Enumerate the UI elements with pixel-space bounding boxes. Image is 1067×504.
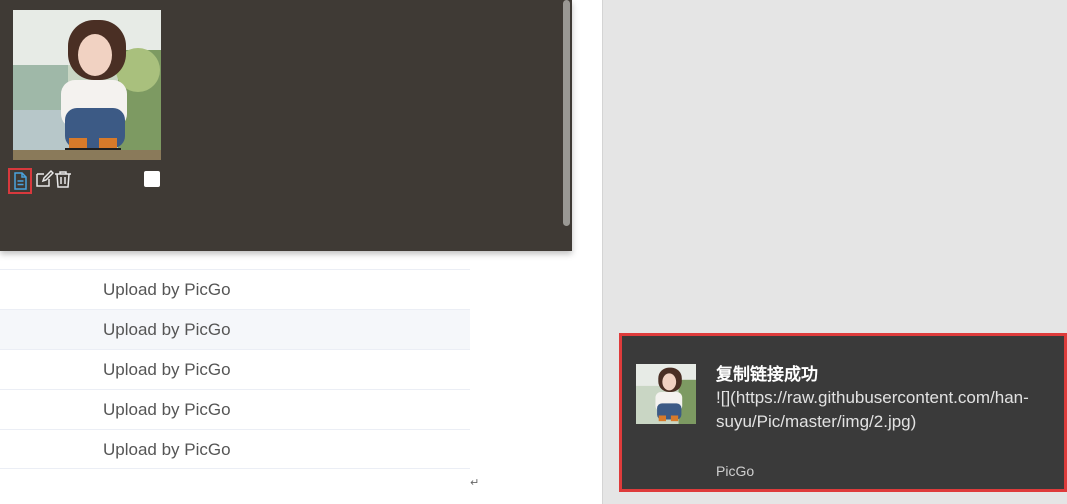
row-description: Upload by PicGo — [103, 320, 231, 339]
row-description: Upload by PicGo — [103, 360, 231, 379]
toast-notification[interactable]: 复制链接成功 ![](https://raw.githubusercontent… — [619, 333, 1067, 492]
table-row: Upload by PicGo — [0, 389, 470, 429]
delete-button[interactable] — [53, 168, 75, 194]
photo-image — [636, 364, 696, 424]
upload-table: Upload by PicGo Upload by PicGo Upload b… — [0, 269, 470, 469]
return-mark: ↵ — [470, 476, 480, 489]
row-description: Upload by PicGo — [103, 440, 231, 459]
notification-source: PicGo — [716, 463, 755, 479]
notification-body: ![](https://raw.githubusercontent.com/ha… — [716, 388, 1029, 431]
notification-title: 复制链接成功 — [716, 365, 818, 385]
table-row: Upload by PicGo — [0, 309, 470, 349]
picgo-gallery-panel — [0, 0, 572, 251]
row-description: Upload by PicGo — [103, 280, 231, 299]
trash-icon — [55, 171, 71, 188]
copy-link-icon — [14, 172, 27, 190]
notification-thumbnail — [636, 364, 696, 424]
copy-link-button[interactable] — [8, 168, 32, 194]
row-description: Upload by PicGo — [103, 400, 231, 419]
photo-image — [13, 10, 161, 160]
gallery-thumbnail[interactable] — [13, 10, 161, 160]
scrollbar[interactable] — [563, 0, 570, 226]
table-row: Upload by PicGo — [0, 349, 470, 389]
table-row: Upload by PicGo — [0, 429, 470, 469]
table-row: Upload by PicGo — [0, 269, 470, 309]
edit-icon — [36, 169, 55, 187]
select-checkbox[interactable] — [144, 171, 160, 187]
